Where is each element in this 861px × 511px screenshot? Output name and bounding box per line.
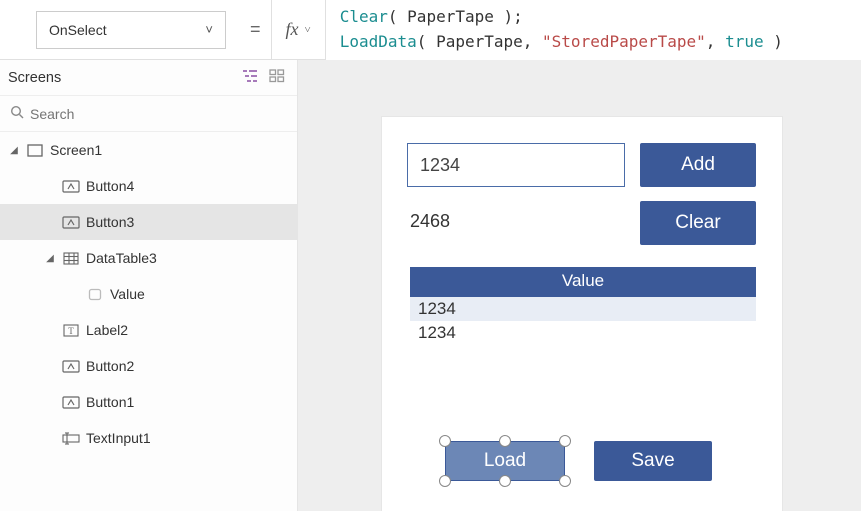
tree-item-label: Button2: [86, 358, 134, 374]
text-input[interactable]: 1234: [407, 143, 625, 187]
formula-bar: OnSelect ˅ = fx ˅ Clear( PaperTape ); Lo…: [0, 0, 861, 60]
tree-view-icon[interactable]: [241, 69, 259, 86]
button-icon: [62, 214, 80, 230]
panel-header: Screens: [0, 60, 297, 96]
button-label: Load: [484, 450, 526, 472]
table-icon: [62, 250, 80, 266]
tree-item-label2[interactable]: T Label2: [0, 312, 297, 348]
text-input-value: 1234: [420, 155, 460, 176]
panel-title: Screens: [8, 70, 61, 86]
expand-arrow-icon[interactable]: ◢: [44, 253, 56, 264]
screens-panel: Screens ◢ Screen1 Button4 Button3 ◢ DataTable…: [0, 60, 298, 511]
table-row[interactable]: 1234: [410, 321, 756, 345]
tree-item-datatable3[interactable]: ◢ DataTable3: [0, 240, 297, 276]
column-icon: [86, 286, 104, 302]
expand-arrow-icon[interactable]: ◢: [8, 145, 20, 156]
tree-item-textinput1[interactable]: TextInput1: [0, 420, 297, 456]
selection-handle[interactable]: [499, 475, 511, 487]
tree-item-button1[interactable]: Button1: [0, 384, 297, 420]
button-icon: [62, 178, 80, 194]
save-button[interactable]: Save: [594, 441, 712, 481]
result-label: 2468: [410, 211, 450, 232]
tree-item-button3[interactable]: Button3: [0, 204, 297, 240]
tree-item-label: Button3: [86, 214, 134, 230]
tree-item-screen1[interactable]: ◢ Screen1: [0, 132, 297, 168]
search-input[interactable]: [30, 106, 287, 122]
table-header: Value: [410, 267, 756, 297]
tree-item-label: DataTable3: [86, 250, 157, 266]
fx-button[interactable]: fx ˅: [271, 0, 326, 60]
app-screen: 1234 Add Clear 2468 Value 1234 1234 Load…: [382, 117, 782, 511]
thumbnail-view-icon[interactable]: [269, 69, 285, 86]
formula-input[interactable]: Clear( PaperTape ); LoadData( PaperTape,…: [326, 0, 861, 60]
textinput-icon: [62, 430, 80, 446]
formula-line-1: Clear( PaperTape );: [340, 5, 847, 30]
fx-icon: fx: [286, 19, 299, 40]
tree-item-label: Button4: [86, 178, 134, 194]
tree-item-label: Label2: [86, 322, 128, 338]
property-name: OnSelect: [49, 22, 107, 38]
button-label: Add: [681, 154, 715, 176]
canvas[interactable]: 1234 Add Clear 2468 Value 1234 1234 Load…: [298, 60, 861, 511]
tree-item-button2[interactable]: Button2: [0, 348, 297, 384]
label-icon: T: [62, 322, 80, 338]
tree-item-value[interactable]: Value: [0, 276, 297, 312]
selection-handle[interactable]: [439, 435, 451, 447]
tree-item-label: Value: [110, 286, 145, 302]
tree-item-label: Screen1: [50, 142, 102, 158]
data-table[interactable]: Value 1234 1234: [410, 267, 756, 345]
search-row: [0, 96, 297, 132]
selection-handle[interactable]: [439, 475, 451, 487]
add-button[interactable]: Add: [640, 143, 756, 187]
chevron-down-icon: ˅: [205, 22, 213, 37]
equals-sign: =: [250, 19, 261, 40]
button-label: Save: [631, 450, 674, 472]
screen-icon: [26, 142, 44, 158]
formula-line-2: LoadData( PaperTape, "StoredPaperTape", …: [340, 30, 847, 55]
svg-text:T: T: [68, 326, 74, 336]
tree-item-label: Button1: [86, 394, 134, 410]
selection-handle[interactable]: [499, 435, 511, 447]
tree-item-button4[interactable]: Button4: [0, 168, 297, 204]
tree-item-label: TextInput1: [86, 430, 151, 446]
button-icon: [62, 394, 80, 410]
button-label: Clear: [675, 212, 720, 234]
chevron-down-icon: ˅: [305, 24, 311, 36]
selection-handle[interactable]: [559, 475, 571, 487]
search-icon: [10, 105, 24, 122]
button-icon: [62, 358, 80, 374]
selection-handle[interactable]: [559, 435, 571, 447]
tree-view: ◢ Screen1 Button4 Button3 ◢ DataTable3 Value T L…: [0, 132, 297, 511]
table-row[interactable]: 1234: [410, 297, 756, 321]
clear-button[interactable]: Clear: [640, 201, 756, 245]
property-selector[interactable]: OnSelect ˅: [36, 11, 226, 49]
